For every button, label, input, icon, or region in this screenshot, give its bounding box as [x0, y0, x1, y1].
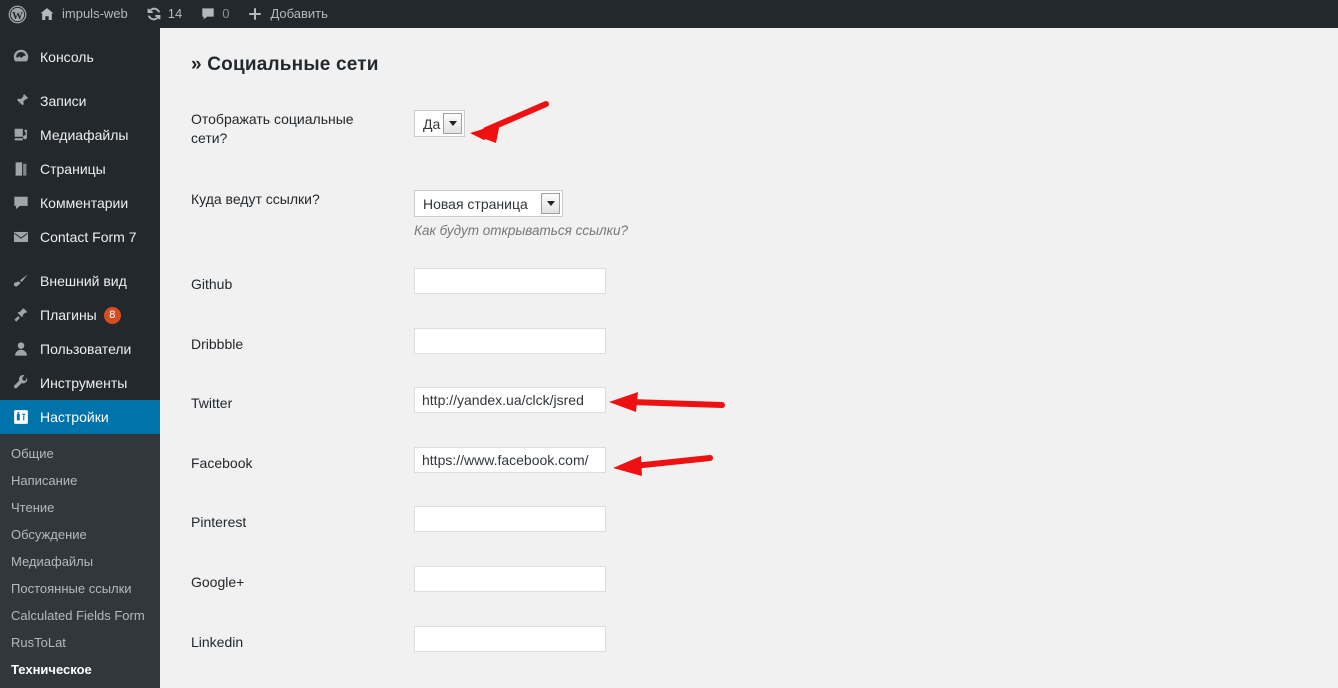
svg-text:W: W: [12, 9, 23, 21]
sidebar-separator: [0, 254, 160, 264]
field-wrapper: [414, 625, 606, 652]
show-social-select[interactable]: Да: [414, 110, 465, 137]
show-social-label: Отображать социальные сети?: [191, 111, 354, 146]
content-area: » Социальные сети Отображать социальные …: [160, 28, 1338, 688]
field-wrapper: [414, 566, 606, 592]
field-label: Google+: [191, 574, 245, 590]
home-icon: [39, 6, 55, 22]
sidebar-item-11[interactable]: Настройки: [0, 400, 160, 434]
sidebar-item-label: Contact Form 7: [40, 229, 137, 245]
sidebar-item-label: Медиафайлы: [40, 127, 129, 143]
sidebar-item-label: Пользователи: [40, 341, 132, 357]
google--input[interactable]: [414, 566, 606, 592]
submenu-item-7[interactable]: Calculated Fields Form: [0, 602, 160, 629]
comment-bubble-icon: [200, 6, 216, 22]
field-wrapper: [414, 327, 606, 354]
link-target-select[interactable]: Новая страница: [414, 190, 563, 217]
pin-icon: [11, 91, 31, 111]
submenu-item-6[interactable]: Постоянные ссылки: [0, 575, 160, 602]
link-target-select-value: Новая страница: [423, 195, 528, 212]
updates-icon: [146, 6, 162, 22]
sidebar-item-5[interactable]: Комментарии: [0, 186, 160, 220]
chevron-down-icon[interactable]: [541, 193, 560, 214]
field-wrapper: [414, 268, 606, 294]
show-social-select-value: Да: [423, 115, 441, 132]
submenu-item-3[interactable]: Чтение: [0, 494, 160, 521]
sidebar-item-6[interactable]: Contact Form 7: [0, 220, 160, 254]
sidebar-separator: [0, 74, 160, 84]
comments-button[interactable]: 0: [191, 0, 238, 28]
facebook-input[interactable]: [414, 446, 606, 473]
sidebar-item-label: Записи: [40, 93, 87, 109]
sidebar-item-label: Внешний вид: [40, 273, 127, 289]
page-title: » Социальные сети: [191, 54, 379, 75]
twitter-input[interactable]: [414, 387, 606, 414]
sidebar-menu: Консоль Записи Медиафайлы Страницы Комментар…: [0, 28, 160, 434]
pages-icon: [11, 159, 31, 179]
sidebar-item-label: Страницы: [40, 161, 106, 177]
dashboard-icon: [11, 47, 31, 67]
submenu-item-4[interactable]: Обсуждение: [0, 521, 160, 548]
sidebar-item-2[interactable]: Записи: [0, 84, 160, 118]
field-wrapper: [414, 387, 606, 414]
comments-count: 0: [222, 6, 230, 21]
sidebar-item-label: Инструменты: [40, 375, 128, 391]
submenu-item-8[interactable]: RusToLat: [0, 629, 160, 656]
comment-bubble-icon: [11, 193, 31, 213]
field-wrapper: [414, 446, 606, 473]
sidebar-item-10[interactable]: Инструменты: [0, 366, 160, 400]
field-label: Twitter: [191, 395, 233, 412]
show-social-field: Да: [414, 110, 465, 137]
field-wrapper: [414, 506, 606, 533]
sidebar-item-label: Комментарии: [40, 195, 129, 211]
sidebar-item-3[interactable]: Медиафайлы: [0, 118, 160, 152]
field-label: Pinterest: [191, 514, 247, 531]
dribbble-input[interactable]: [414, 327, 606, 354]
sidebar-item-8[interactable]: Плагины 8: [0, 298, 160, 332]
link-target-label: Куда ведут ссылки?: [191, 191, 320, 207]
plus-icon: [247, 6, 263, 22]
sidebar-item-label: Плагины: [40, 307, 97, 323]
submenu-item-5[interactable]: Медиафайлы: [0, 548, 160, 575]
sidebar-item-1[interactable]: Консоль: [0, 40, 160, 74]
github-input[interactable]: [414, 268, 606, 294]
settings-sliders-icon: [11, 407, 31, 427]
envelope-icon: [11, 227, 31, 247]
wordpress-admin-screen: W impuls-web 14 0 Добавить Консоль Запис…: [0, 0, 1338, 688]
sidebar-item-7[interactable]: Внешний вид: [0, 264, 160, 298]
updates-button[interactable]: 14: [137, 0, 191, 28]
field-label: Facebook: [191, 454, 253, 471]
link-target-description: Как будут открываться ссылки?: [414, 223, 629, 238]
field-label: Dribbble: [191, 335, 244, 352]
submenu-item-1[interactable]: Общие: [0, 440, 160, 467]
chevron-down-icon[interactable]: [443, 113, 462, 134]
paintbrush-icon: [11, 271, 31, 291]
add-new-button[interactable]: Добавить: [238, 0, 336, 28]
field-label: Github: [191, 276, 233, 292]
site-name-button[interactable]: impuls-web: [35, 0, 137, 28]
site-name-label: impuls-web: [62, 6, 128, 21]
add-new-label: Добавить: [270, 6, 328, 21]
submenu-item-2[interactable]: Написание: [0, 467, 160, 494]
media-icon: [11, 125, 31, 145]
user-icon: [11, 339, 31, 359]
wordpress-logo-button[interactable]: W: [0, 0, 35, 28]
link-target-field: Новая страница: [414, 190, 563, 217]
plugins-update-badge: 8: [103, 306, 121, 324]
sidebar-item-4[interactable]: Страницы: [0, 152, 160, 186]
sidebar-item-label: Консоль: [40, 49, 94, 65]
updates-count: 14: [167, 6, 183, 21]
admin-sidebar: Консоль Записи Медиафайлы Страницы Комментар…: [0, 28, 160, 688]
sidebar-item-9[interactable]: Пользователи: [0, 332, 160, 366]
pinterest-input[interactable]: [414, 506, 606, 533]
admin-bar: W impuls-web 14 0 Добавить: [0, 0, 1338, 28]
sidebar-item-label: Настройки: [40, 409, 109, 425]
wordpress-logo-icon: W: [8, 5, 27, 24]
wrench-icon: [11, 373, 31, 393]
plug-icon: [11, 305, 31, 325]
submenu-item-9[interactable]: Техническое: [0, 656, 160, 683]
field-label: Linkedin: [191, 633, 244, 650]
linkedin-input[interactable]: [414, 625, 606, 652]
settings-submenu: Общие Написание Чтение Обсуждение Медиафайлы…: [0, 434, 160, 688]
